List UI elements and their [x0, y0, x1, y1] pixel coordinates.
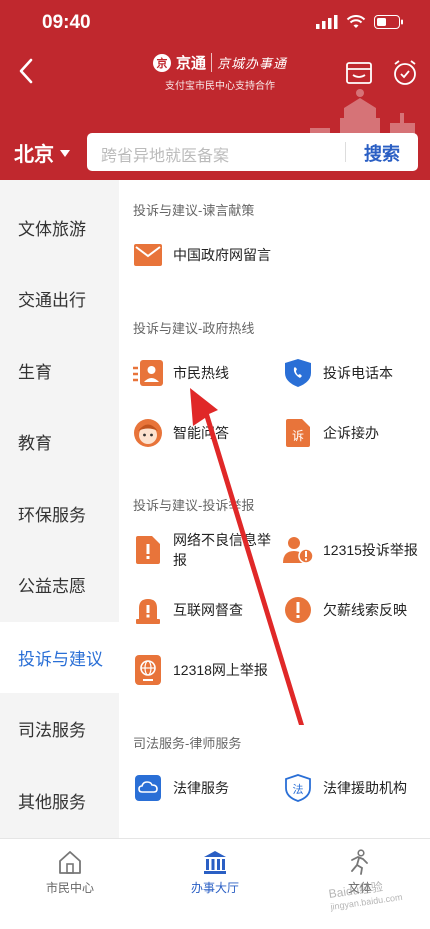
service-item[interactable]: 互联网督查 [133, 595, 283, 625]
service-label: 12318网上举报 [173, 662, 268, 678]
service-label: 投诉电话本 [323, 365, 393, 381]
category-sidebar: 文体旅游 交通出行 生育 教育 环保服务 公益志愿 投诉与建议 司法服务 其他服… [0, 180, 119, 838]
sidebar-item-complaints[interactable]: 投诉与建议 [0, 622, 119, 693]
city-selector[interactable]: 北京 [14, 138, 70, 167]
wifi-icon [346, 15, 366, 28]
shield-phone-icon [283, 358, 313, 388]
search-button[interactable]: 搜索 [349, 140, 415, 166]
service-item[interactable]: 法律服务 [133, 773, 273, 803]
search-placeholder: 跨省异地就医备案 [101, 148, 230, 165]
person-alert-icon [283, 535, 313, 565]
runner-icon [351, 849, 368, 875]
service-label: 12315投诉举报 [323, 542, 418, 558]
section-title: 投诉与建议-政府热线 [133, 321, 255, 336]
sidebar-item-volunteer[interactable]: 公益志愿 [0, 549, 119, 620]
signal-icon [316, 15, 338, 29]
search-input[interactable]: 跨省异地就医备案 搜索 [87, 133, 418, 171]
hall-icon [204, 851, 226, 874]
battery-icon [374, 15, 403, 29]
back-arrow-icon[interactable] [14, 56, 38, 86]
section-title: 投诉与建议-谏言献策 [133, 203, 255, 218]
sidebar-item-transport[interactable]: 交通出行 [0, 263, 119, 334]
svg-text:法: 法 [293, 782, 304, 796]
siren-icon [133, 595, 163, 625]
service-label: 法律援助机构 [323, 780, 407, 796]
sidebar-item-culture-travel[interactable]: 文体旅游 [0, 192, 119, 263]
globe-tablet-icon [133, 655, 163, 685]
sidebar-item-education[interactable]: 教育 [0, 406, 119, 477]
service-item[interactable]: 诉 企诉接办 [283, 418, 423, 448]
city-label: 北京 [14, 144, 54, 166]
law-shield-icon: 法 [283, 773, 313, 803]
status-bar: 09:40 [0, 0, 430, 46]
tab-citizen-center[interactable]: 市民中心 [10, 849, 130, 896]
logo-text: 京通 [175, 55, 206, 72]
service-item[interactable]: 中国政府网留言 [133, 240, 283, 270]
complaint-doc-icon: 诉 [283, 418, 313, 448]
tab-label: 办事大厅 [190, 881, 239, 895]
assistant-icon [133, 418, 163, 448]
home-icon [59, 851, 81, 874]
search-divider [345, 142, 346, 162]
service-item[interactable]: 12318网上举报 [133, 655, 283, 685]
svg-text:诉: 诉 [292, 429, 304, 443]
sidebar-item-judicial[interactable]: 司法服务 [0, 693, 119, 764]
envelope-icon [133, 240, 163, 270]
status-icons [316, 15, 404, 29]
service-label: 中国政府网留言 [173, 247, 271, 263]
service-label: 欠薪线索反映 [323, 602, 407, 618]
service-label: 法律服务 [173, 780, 229, 796]
service-item[interactable]: 市民热线 [133, 358, 273, 388]
service-item[interactable]: 欠薪线索反映 [283, 595, 423, 625]
hotline-card-icon [133, 358, 163, 388]
section-title: 投诉与建议-投诉举报 [133, 498, 255, 513]
logo-script: 京城办事通 [211, 53, 287, 72]
card-icon[interactable] [346, 62, 372, 84]
law-cloud-icon [133, 773, 163, 803]
section-title: 司法服务-律师服务 [133, 736, 242, 751]
tab-service-hall[interactable]: 办事大厅 [155, 849, 275, 896]
service-item[interactable]: 智能问答 [133, 418, 273, 448]
caret-down-icon [60, 150, 70, 157]
service-label: 市民热线 [173, 365, 229, 381]
sidebar-item-birth[interactable]: 生育 [0, 335, 119, 406]
status-time: 09:40 [42, 12, 91, 33]
tab-label: 市民中心 [45, 881, 94, 895]
app-logo: 京 京通 京城办事通 支付宝市民中心支持合作 [140, 52, 300, 92]
search-row: 北京 跨省异地就医备案 搜索 [0, 133, 430, 173]
sidebar-item-environment[interactable]: 环保服务 [0, 478, 119, 549]
service-label: 互联网督查 [173, 602, 243, 618]
alarm-clock-icon[interactable] [392, 59, 418, 87]
alert-doc-icon [133, 535, 163, 565]
service-item[interactable]: 网络不良信息举报 [133, 530, 283, 570]
service-label: 企诉接办 [323, 425, 379, 441]
service-label: 网络不良信息举报 [173, 532, 271, 568]
service-item[interactable]: 投诉电话本 [283, 358, 423, 388]
logo-subtitle: 支付宝市民中心支持合作 [165, 81, 275, 92]
service-item[interactable]: 12315投诉举报 [283, 535, 423, 565]
service-label: 智能问答 [173, 425, 229, 441]
service-list: 投诉与建议-谏言献策 中国政府网留言 投诉与建议-政府热线 市民热线 投诉电话本… [119, 180, 430, 838]
sidebar-item-other[interactable]: 其他服务 [0, 765, 119, 836]
service-item[interactable]: 法 法律援助机构 [283, 773, 423, 803]
logo-seal-icon: 京 [152, 53, 171, 72]
app-header: 09:40 京 京通 京城办事通 支付宝市民中心支持合作 北京 跨省异地就医备案… [0, 0, 430, 180]
exclamation-circle-icon [283, 595, 313, 625]
